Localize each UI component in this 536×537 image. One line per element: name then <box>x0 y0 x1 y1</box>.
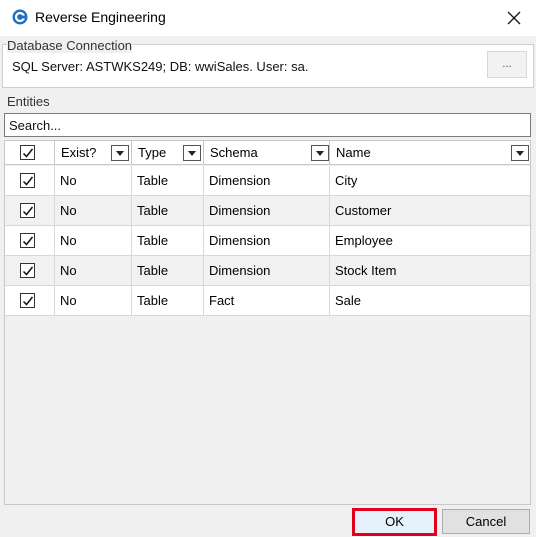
title-bar: Reverse Engineering <box>0 0 536 36</box>
filter-exist-dropdown[interactable] <box>111 145 129 161</box>
row-checkbox[interactable] <box>20 173 35 188</box>
checkmark-icon <box>22 266 34 276</box>
table-row[interactable]: No Table Dimension Stock Item <box>5 256 530 286</box>
column-label-schema: Schema <box>210 145 258 160</box>
window-title: Reverse Engineering <box>35 9 166 25</box>
browse-connection-button[interactable]: ... <box>487 51 527 78</box>
close-button[interactable] <box>498 2 530 34</box>
cell-schema: Fact <box>204 286 330 316</box>
table-row[interactable]: No Table Dimension Employee <box>5 226 530 256</box>
cell-name: Sale <box>335 293 362 308</box>
cell-exist: No <box>55 166 132 196</box>
row-checkbox[interactable] <box>20 233 35 248</box>
cell-type: Table <box>132 166 204 196</box>
table-row[interactable]: No Table Fact Sale <box>5 286 530 316</box>
row-checkbox[interactable] <box>20 293 35 308</box>
cancel-button[interactable]: Cancel <box>442 509 530 534</box>
row-select-cell <box>5 196 55 226</box>
cell-exist: No <box>55 196 132 226</box>
cell-type: Table <box>132 256 204 286</box>
checkmark-icon <box>22 206 34 216</box>
column-label-name: Name <box>336 145 371 160</box>
app-logo-icon <box>12 9 28 25</box>
connection-string: SQL Server: ASTWKS249; DB: wwiSales. Use… <box>12 59 309 74</box>
close-icon <box>507 11 521 25</box>
checkmark-icon <box>22 176 34 186</box>
cell-name: Customer <box>335 203 392 218</box>
cell-name: Employee <box>335 233 393 248</box>
cell-type: Table <box>132 196 204 226</box>
cell-type: Table <box>132 226 204 256</box>
row-select-cell <box>5 256 55 286</box>
entities-grid: Exist? Type Schema Name No Table Dimensi… <box>4 140 531 505</box>
cell-schema: Dimension <box>204 196 330 226</box>
column-label-type: Type <box>138 145 167 160</box>
cell-exist: No <box>55 256 132 286</box>
header-select-cell <box>5 141 55 165</box>
filter-type-dropdown[interactable] <box>183 145 201 161</box>
checkmark-icon <box>22 296 34 306</box>
filter-name-dropdown[interactable] <box>511 145 529 161</box>
row-select-cell <box>5 166 55 196</box>
row-select-cell <box>5 226 55 256</box>
cell-type: Table <box>132 286 204 316</box>
cell-schema: Dimension <box>204 226 330 256</box>
select-all-checkbox[interactable] <box>20 145 35 160</box>
table-row[interactable]: No Table Dimension Customer <box>5 196 530 226</box>
ok-button[interactable]: OK <box>352 508 437 536</box>
filter-schema-dropdown[interactable] <box>311 145 329 161</box>
search-input[interactable] <box>4 113 531 137</box>
cell-name: Stock Item <box>335 263 397 278</box>
cell-exist: No <box>55 226 132 256</box>
column-label-exist: Exist? <box>61 145 97 160</box>
cell-exist: No <box>55 286 132 316</box>
column-header-name[interactable]: Name <box>330 141 530 165</box>
checkmark-icon <box>22 148 34 158</box>
row-select-cell <box>5 286 55 316</box>
grid-header: Exist? Type Schema Name <box>5 141 530 165</box>
database-connection-label: Database Connection <box>7 38 133 53</box>
cell-schema: Dimension <box>204 166 330 196</box>
row-checkbox[interactable] <box>20 263 35 278</box>
cell-schema: Dimension <box>204 256 330 286</box>
row-checkbox[interactable] <box>20 203 35 218</box>
checkmark-icon <box>22 236 34 246</box>
table-row[interactable]: No Table Dimension City <box>5 166 530 196</box>
entities-label: Entities <box>7 94 50 109</box>
cell-name: City <box>335 173 358 188</box>
